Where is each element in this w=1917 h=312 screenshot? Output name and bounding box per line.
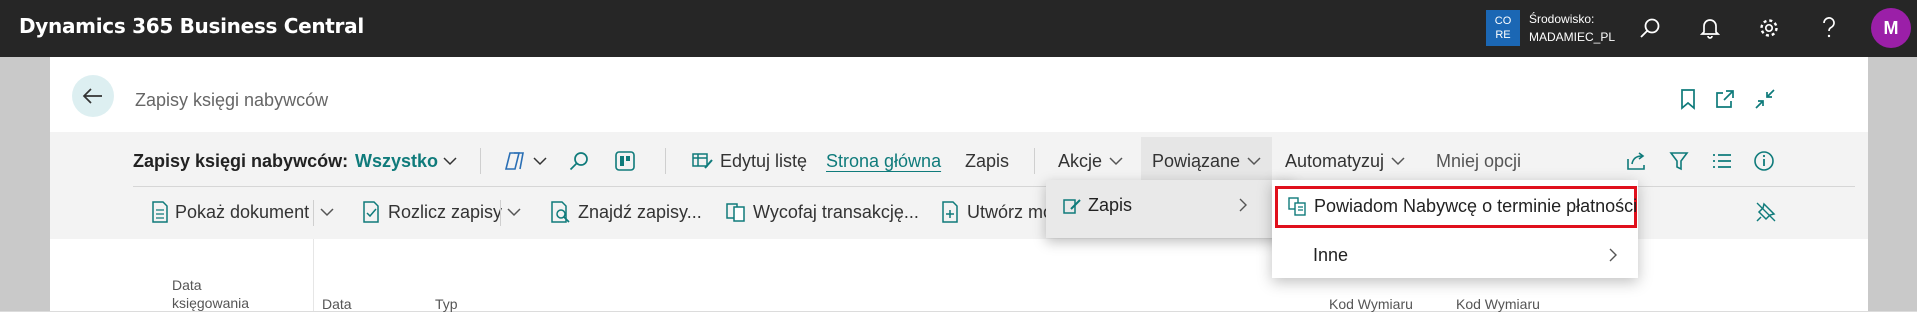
app-title[interactable]: Dynamics 365 Business Central (19, 14, 364, 38)
edit-list-button[interactable]: Edytuj listę (692, 148, 807, 174)
chevron-down-icon (533, 157, 547, 166)
environment-label: Środowisko: (1529, 12, 1595, 26)
tab-home[interactable]: Strona główna (826, 148, 941, 174)
apply-entries-dropdown[interactable] (507, 198, 527, 226)
menu-item-other[interactable]: Inne (1313, 245, 1348, 266)
filter-button[interactable] (1669, 148, 1695, 174)
apply-entries-label: Rozlicz zapisy (388, 201, 503, 222)
chevron-down-icon (443, 157, 457, 166)
chevron-right-icon (1238, 197, 1248, 213)
share-icon (1627, 152, 1645, 170)
chevron-down-icon (1247, 157, 1261, 166)
analysis-mode-button[interactable] (614, 148, 642, 174)
chevron-down-icon (320, 208, 334, 217)
find-entries-button[interactable]: Znajdź zapisy... (550, 198, 702, 226)
create-label: Utwórz mo (967, 201, 1054, 222)
show-document-dropdown[interactable] (320, 198, 340, 226)
view-caption: Zapisy księgi nabywców: (133, 150, 349, 171)
column-header-type[interactable]: Typ (435, 296, 458, 312)
filter-icon (1669, 152, 1689, 171)
page-title: Zapisy księgi nabywców (135, 90, 329, 110)
reverse-transaction-icon (726, 203, 745, 222)
search-button[interactable] (568, 148, 596, 174)
reverse-transaction-label: Wycofaj transakcję... (753, 201, 919, 222)
divider (500, 200, 501, 226)
chevron-down-icon (507, 208, 521, 217)
share-button[interactable] (1626, 148, 1654, 174)
create-icon (942, 201, 958, 223)
right-backdrop (1868, 57, 1917, 311)
column-header-dimension-1[interactable]: Kod Wymiaru (1329, 296, 1413, 312)
left-backdrop (0, 57, 50, 311)
actions-label: Akcje (1058, 150, 1103, 171)
search-icon[interactable] (1636, 14, 1664, 42)
menu-item-entry-label: Zapis (1088, 195, 1133, 215)
pin-button[interactable] (1755, 198, 1783, 226)
environment-badge[interactable]: CO RE (1486, 10, 1520, 46)
bell-icon[interactable] (1696, 14, 1724, 42)
copilot-button[interactable] (503, 148, 553, 174)
environment-name: MADAMIEC_PL (1529, 30, 1616, 44)
automate-menu[interactable]: Automatyzuj (1285, 148, 1411, 174)
analysis-icon (615, 151, 635, 171)
search-icon (569, 152, 588, 171)
view-filter-label: Wszystko (355, 150, 439, 171)
user-avatar[interactable]: M (1871, 8, 1911, 48)
fewer-options-button[interactable]: Mniej opcji (1436, 148, 1521, 174)
top-bar: Dynamics 365 Business Central CO RE Środ… (0, 0, 1917, 57)
menu-item-entry[interactable]: Zapis (1062, 195, 1132, 216)
column-divider (313, 239, 314, 311)
menu-item-notify-customer-label: Powiadom Nabywcę o terminie płatności (1314, 196, 1638, 216)
arrow-left-icon (82, 88, 102, 104)
column-header-date[interactable]: Data (322, 296, 352, 312)
help-icon[interactable] (1815, 14, 1843, 42)
view-filter-dropdown[interactable]: Wszystko (355, 148, 463, 174)
copilot-icon (504, 152, 524, 170)
column-header-dimension-2[interactable]: Kod Wymiaru (1456, 296, 1540, 312)
find-entries-label: Znajdź zapisy... (578, 201, 702, 222)
chevron-right-icon (1608, 247, 1618, 263)
related-label: Powiązane (1152, 150, 1241, 171)
env-badge-line2: RE (1495, 29, 1511, 41)
info-button[interactable] (1753, 148, 1781, 174)
divider (313, 200, 314, 226)
list-icon (1713, 154, 1731, 168)
open-new-window-icon[interactable] (1712, 86, 1738, 112)
environment-info[interactable]: Środowisko: MADAMIEC_PL (1529, 10, 1615, 46)
info-icon (1754, 151, 1774, 171)
collapse-icon[interactable] (1752, 86, 1778, 112)
chevron-down-icon (1109, 157, 1123, 166)
reverse-transaction-button[interactable]: Wycofaj transakcję... (725, 198, 919, 226)
show-document-button[interactable]: Pokaż dokument (151, 198, 309, 226)
automate-label: Automatyzuj (1285, 150, 1385, 171)
actions-menu[interactable]: Akcje (1058, 148, 1129, 174)
apply-entries-button[interactable]: Rozlicz zapisy (362, 198, 502, 226)
chevron-down-icon (1391, 157, 1405, 166)
edit-list-label: Edytuj listę (720, 150, 808, 171)
column-header-posting-date[interactable]: Data (172, 277, 202, 293)
menu-item-notify-customer[interactable]: Powiadom Nabywcę o terminie płatności (1288, 196, 1637, 217)
back-button[interactable] (72, 75, 114, 117)
notify-document-icon (1288, 196, 1306, 216)
show-document-label: Pokaż dokument (175, 201, 310, 222)
column-header-posting-date-line2[interactable]: księgowania (172, 295, 249, 311)
env-badge-line1: CO (1494, 15, 1512, 27)
create-button[interactable]: Utwórz mo (941, 198, 1053, 226)
menu-item-other-label: Inne (1313, 245, 1349, 265)
divider (665, 148, 666, 174)
find-entries-icon (551, 201, 570, 223)
gear-icon[interactable] (1755, 14, 1783, 42)
tab-posting[interactable]: Zapis (965, 148, 1009, 174)
divider (480, 148, 481, 174)
bookmark-icon[interactable] (1675, 86, 1701, 112)
entry-edit-icon (1063, 198, 1081, 214)
divider (1034, 148, 1035, 174)
list-view-button[interactable] (1712, 148, 1738, 174)
unpin-icon (1756, 202, 1776, 222)
apply-entries-icon (363, 201, 379, 223)
edit-list-icon (692, 153, 713, 169)
document-icon (152, 201, 168, 223)
related-menu[interactable]: Powiązane (1152, 148, 1267, 174)
